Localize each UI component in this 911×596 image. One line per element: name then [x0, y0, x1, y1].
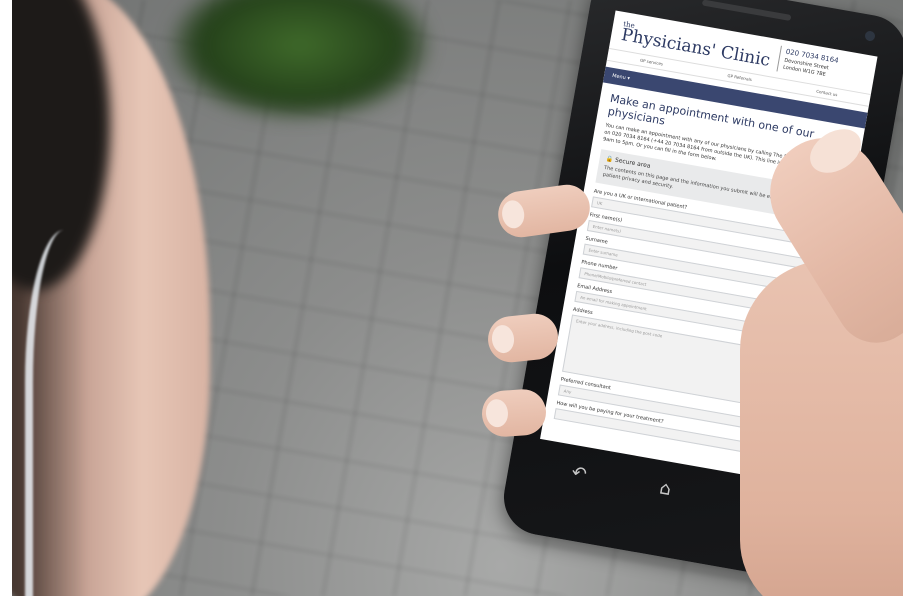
recent-apps-icon[interactable]: ▣ [742, 492, 762, 516]
home-icon[interactable]: ⌂ [658, 477, 673, 500]
phone-screen: the Physicians' Clinic 020 7034 8164 Dev… [540, 10, 878, 486]
phone-camera [864, 30, 876, 42]
back-icon[interactable]: ↶ [570, 462, 589, 485]
phone-speaker [701, 0, 792, 21]
contact-details: 020 7034 8164 Devonshire Street London W… [776, 45, 840, 82]
image-border-right [903, 0, 911, 596]
chevron-down-icon: ▾ [626, 75, 631, 82]
nav-link-gp-services[interactable]: GP services [640, 57, 664, 66]
earphone-cable [25, 230, 123, 596]
image-border-left [0, 0, 12, 596]
main-content: Make an appointment with one of our phys… [543, 82, 865, 469]
menu-label: Menu [611, 72, 627, 81]
nav-link-gp-referrals[interactable]: GP Referrals [727, 72, 752, 81]
nav-link-contact[interactable]: Contact us [816, 88, 838, 97]
lock-icon: 🔒 [605, 154, 614, 163]
photo-scene: the Physicians' Clinic 020 7034 8164 Dev… [0, 0, 911, 596]
